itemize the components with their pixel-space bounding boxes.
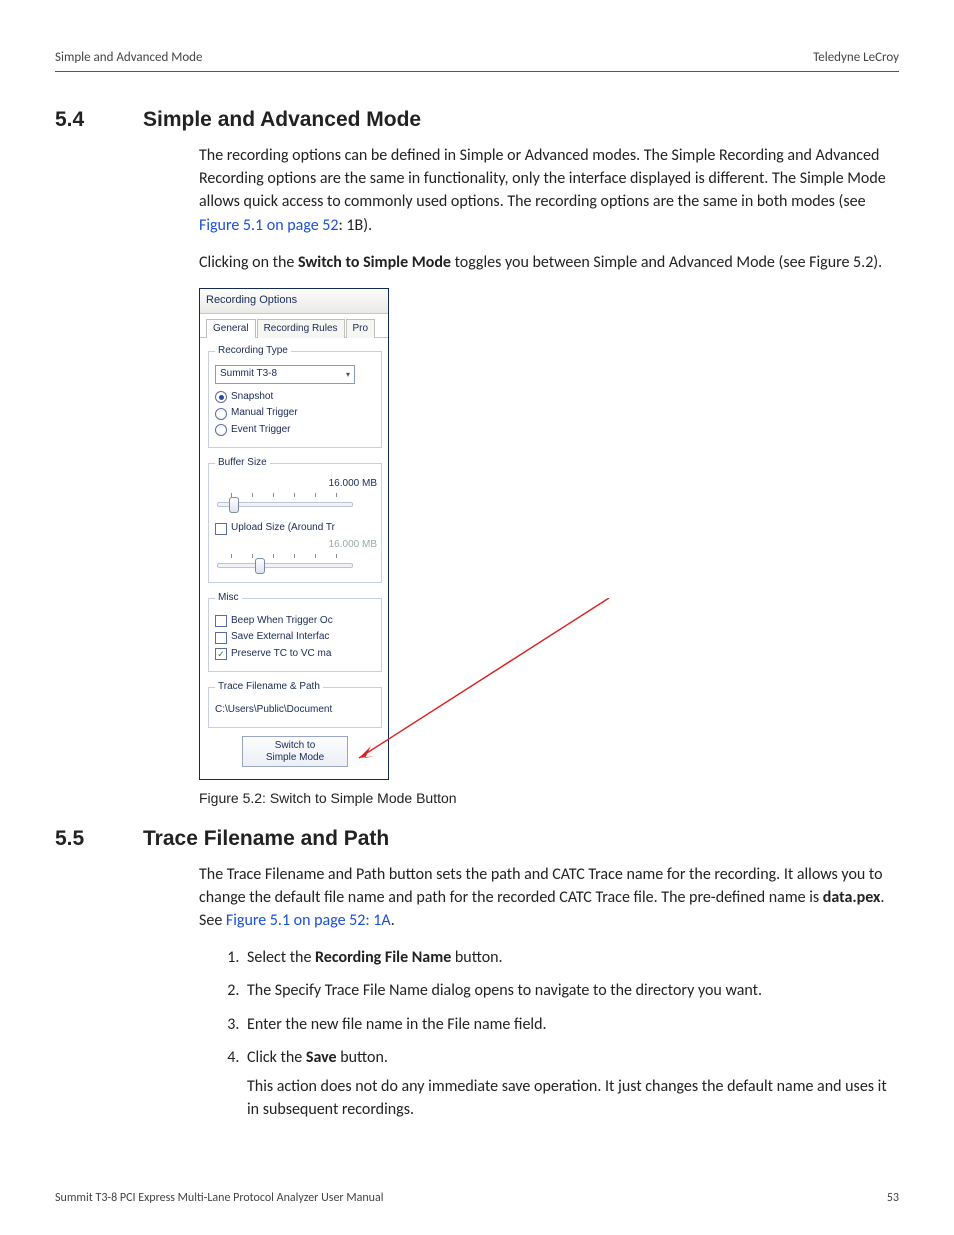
tab-recording-rules[interactable]: Recording Rules bbox=[257, 319, 345, 339]
chevron-down-icon: ▾ bbox=[346, 369, 350, 381]
group-buffer-size: Buffer Size 16.000 MB bbox=[208, 456, 382, 583]
step-3: Enter the new file name in the File name… bbox=[243, 1013, 899, 1036]
device-dropdown[interactable]: Summit T3-8 ▾ bbox=[215, 365, 355, 384]
slider-thumb-icon bbox=[229, 497, 239, 513]
trace-path-value: C:\Users\Public\Document bbox=[215, 703, 377, 718]
checkbox-icon bbox=[215, 632, 227, 644]
running-head-right: Teledyne LeCroy bbox=[813, 50, 899, 65]
checkbox-save-external[interactable]: Save External Interfac bbox=[215, 630, 377, 645]
buffer-size-value: 16.000 MB bbox=[281, 477, 377, 492]
link-fig51b[interactable]: Figure 5.1 on page 52: 1A bbox=[226, 911, 391, 930]
heading-number: 5.4 bbox=[55, 108, 143, 132]
screenshot-recording-options: Recording Options General Recording Rule… bbox=[199, 288, 389, 780]
tab-general[interactable]: General bbox=[206, 319, 256, 339]
slider-thumb-icon bbox=[255, 558, 265, 574]
step-4: Click the Save button. This action does … bbox=[243, 1046, 899, 1122]
radio-snapshot[interactable]: Snapshot bbox=[215, 390, 377, 405]
checkbox-preserve-tc[interactable]: Preserve TC to VC ma bbox=[215, 647, 377, 662]
heading-5-5: 5.5 Trace Filename and Path bbox=[55, 827, 899, 851]
checkbox-icon bbox=[215, 648, 227, 660]
checkbox-icon bbox=[215, 523, 227, 535]
group-recording-type: Recording Type Summit T3-8 ▾ Snapshot bbox=[208, 344, 382, 448]
page-number: 53 bbox=[887, 1191, 899, 1205]
tab-probe[interactable]: Pro bbox=[346, 319, 376, 339]
link-fig51a[interactable]: Figure 5.1 on page 52 bbox=[199, 216, 339, 235]
running-head-left: Simple and Advanced Mode bbox=[55, 50, 202, 65]
checkbox-upload-size[interactable]: Upload Size (Around Tr bbox=[215, 521, 377, 536]
window-title: Recording Options bbox=[200, 289, 388, 314]
group-trace-filename: Trace Filename & Path C:\Users\Public\Do… bbox=[208, 680, 382, 728]
step-1: Select the Recording File Name button. bbox=[243, 946, 899, 969]
heading-5-4: 5.4 Simple and Advanced Mode bbox=[55, 108, 899, 132]
radio-icon bbox=[215, 408, 227, 420]
radio-icon bbox=[215, 391, 227, 403]
heading-number: 5.5 bbox=[55, 827, 143, 851]
radio-manual-trigger[interactable]: Manual Trigger bbox=[215, 406, 377, 421]
buffer-size-slider[interactable] bbox=[215, 493, 355, 513]
radio-icon bbox=[215, 424, 227, 436]
footer-title: Summit T3-8 PCI Express Multi-Lane Proto… bbox=[55, 1191, 383, 1205]
para-5-4-1: The recording options can be defined in … bbox=[199, 144, 899, 237]
steps-list: Select the Recording File Name button. T… bbox=[199, 946, 899, 1121]
group-misc: Misc Beep When Trigger Oc Save External … bbox=[208, 591, 382, 672]
checkbox-beep[interactable]: Beep When Trigger Oc bbox=[215, 614, 377, 629]
para-5-5-1: The Trace Filename and Path button sets … bbox=[199, 863, 899, 933]
heading-title: Simple and Advanced Mode bbox=[143, 108, 421, 132]
radio-event-trigger[interactable]: Event Trigger bbox=[215, 423, 377, 438]
checkbox-icon bbox=[215, 615, 227, 627]
para-5-4-2: Clicking on the Switch to Simple Mode to… bbox=[199, 251, 899, 274]
step-2: The Specify Trace File Name dialog opens… bbox=[243, 979, 899, 1002]
heading-title: Trace Filename and Path bbox=[143, 827, 389, 851]
switch-to-simple-mode-button[interactable]: Switch to Simple Mode bbox=[242, 736, 348, 767]
upload-size-value: 16.000 MB bbox=[281, 538, 377, 553]
upload-size-slider[interactable] bbox=[215, 554, 355, 574]
figure-caption-5-2: Figure 5.2: Switch to Simple Mode Button bbox=[199, 788, 899, 808]
